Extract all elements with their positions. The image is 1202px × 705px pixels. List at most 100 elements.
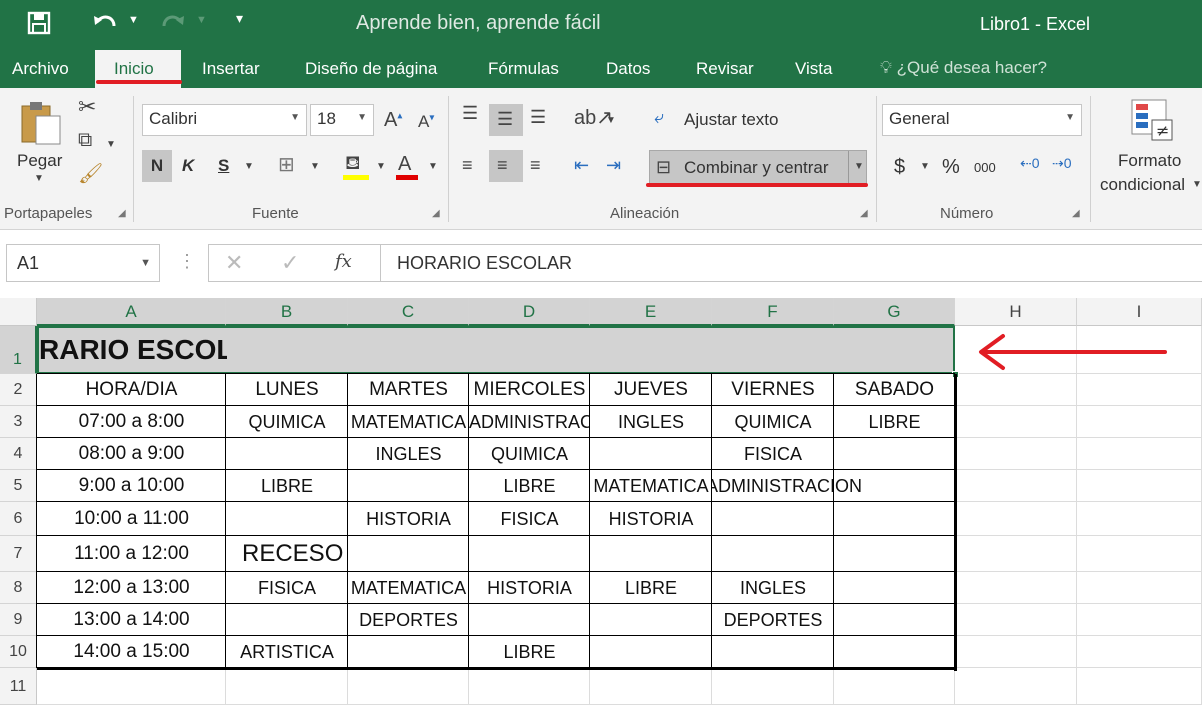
cell[interactable]: FISICA — [712, 438, 834, 470]
undo-icon[interactable] — [92, 12, 118, 34]
cell[interactable]: INGLES — [590, 406, 712, 438]
merge-center-button[interactable]: ⊟ Combinar y centrar ▼ — [649, 150, 867, 184]
decrease-indent-icon[interactable]: ⇤ — [574, 156, 589, 174]
row-header[interactable]: 5 — [0, 470, 37, 502]
paste-icon[interactable] — [18, 98, 62, 146]
font-name-select[interactable]: Calibri ▼ — [142, 104, 307, 136]
column-header[interactable]: A — [37, 298, 226, 326]
enter-icon[interactable]: ✓ — [281, 252, 299, 274]
conditional-format-label-2[interactable]: condicional — [1100, 175, 1185, 195]
cell[interactable]: MATEMATICA — [590, 470, 712, 502]
dialog-launcher-icon[interactable]: ◢ — [860, 208, 868, 219]
tab-formulas[interactable]: Fórmulas — [488, 59, 559, 79]
row-header[interactable]: 11 — [0, 668, 37, 705]
cell[interactable]: HISTORIA — [348, 502, 469, 536]
redo-icon[interactable] — [160, 12, 186, 34]
column-header[interactable]: E — [590, 298, 712, 326]
merge-dropdown-icon[interactable]: ▼ — [854, 162, 864, 172]
cell[interactable]: LIBRE — [469, 470, 590, 502]
row-header[interactable]: 6 — [0, 502, 37, 536]
cell[interactable]: MARTES — [348, 374, 469, 406]
decrease-font-size-icon[interactable]: A▾ — [418, 113, 434, 130]
cell[interactable]: MATEMATICA — [348, 406, 469, 438]
align-center-button[interactable]: ≡ — [489, 150, 523, 182]
underline-button[interactable]: S — [218, 156, 229, 176]
increase-indent-icon[interactable]: ⇥ — [606, 156, 621, 174]
cell[interactable]: 11:00 a 12:00 — [37, 536, 226, 572]
cancel-icon[interactable]: ✕ — [225, 252, 243, 274]
column-header[interactable]: I — [1077, 298, 1202, 326]
cell[interactable]: FISICA — [226, 572, 348, 604]
cell[interactable]: HISTORIA — [590, 502, 712, 536]
font-color-dropdown-icon[interactable]: ▼ — [428, 162, 438, 172]
cell[interactable]: LIBRE — [834, 406, 955, 438]
row-header[interactable]: 7 — [0, 536, 37, 572]
tab-inicio[interactable]: Inicio — [114, 59, 154, 79]
dialog-launcher-icon[interactable]: ◢ — [118, 208, 126, 219]
cell[interactable]: LIBRE — [226, 470, 348, 502]
cell[interactable]: ARTISTICA — [226, 636, 348, 668]
currency-button[interactable]: $ — [894, 156, 905, 179]
cell[interactable]: HORA/DIA — [37, 374, 226, 406]
dialog-launcher-icon[interactable]: ◢ — [1072, 208, 1080, 219]
thousands-button[interactable]: 000 — [974, 160, 996, 175]
cell[interactable]: 14:00 a 15:00 — [37, 636, 226, 668]
cell[interactable]: QUIMICA — [226, 406, 348, 438]
cell[interactable]: DEPORTES — [348, 604, 469, 636]
chevron-down-icon[interactable]: ▼ — [140, 257, 151, 269]
cut-icon[interactable]: ✂ — [78, 96, 96, 118]
cell[interactable]: MATEMATICA — [348, 572, 469, 604]
format-painter-icon[interactable]: 🖌︎ — [78, 164, 103, 184]
conditional-format-dropdown-icon[interactable]: ▼ — [1192, 180, 1202, 190]
paste-dropdown-icon[interactable]: ▼ — [34, 174, 44, 184]
increase-font-size-icon[interactable]: A▴ — [384, 110, 402, 130]
redo-dropdown-icon[interactable]: ▼ — [196, 14, 207, 26]
borders-icon[interactable]: ⊞ — [278, 155, 295, 175]
align-left-icon[interactable]: ≡ — [462, 156, 473, 174]
select-all-corner[interactable] — [0, 298, 37, 326]
decrease-decimal-icon[interactable]: ⇢0 — [1052, 156, 1072, 170]
cell[interactable]: 07:00 a 8:00 — [37, 406, 226, 438]
save-icon[interactable] — [26, 10, 52, 36]
fill-dropdown-icon[interactable]: ▼ — [376, 162, 386, 172]
cell[interactable]: FISICA — [469, 502, 590, 536]
copy-icon[interactable]: ⧉ — [78, 130, 92, 150]
cell[interactable]: ADMINISTRACION — [712, 470, 962, 502]
align-top-icon[interactable]: ☰ — [462, 104, 478, 122]
wrap-text-button[interactable]: Ajustar texto — [684, 110, 779, 130]
cell[interactable]: QUIMICA — [469, 438, 590, 470]
cell[interactable]: HISTORIA — [469, 572, 590, 604]
cell[interactable]: DEPORTES — [712, 604, 834, 636]
cell[interactable]: VIERNES — [712, 374, 834, 406]
cell[interactable]: 12:00 a 13:00 — [37, 572, 226, 604]
font-size-select[interactable]: 18 ▼ — [310, 104, 374, 136]
cell[interactable]: LUNES — [226, 374, 348, 406]
column-header[interactable]: B — [226, 298, 348, 326]
underline-dropdown-icon[interactable]: ▼ — [244, 162, 254, 172]
tab-archivo[interactable]: Archivo — [12, 59, 69, 79]
paste-button[interactable]: Pegar — [17, 151, 62, 171]
column-header[interactable]: C — [348, 298, 469, 326]
row-header[interactable]: 3 — [0, 406, 37, 438]
conditional-format-label-1[interactable]: Formato — [1118, 151, 1181, 171]
customize-toolbar-icon[interactable]: ▾ — [236, 10, 243, 27]
column-header[interactable]: F — [712, 298, 834, 326]
tab-revisar[interactable]: Revisar — [696, 59, 754, 79]
undo-dropdown-icon[interactable]: ▼ — [128, 14, 139, 26]
tab-datos[interactable]: Datos — [606, 59, 650, 79]
cell[interactable]: 13:00 a 14:00 — [37, 604, 226, 636]
currency-dropdown-icon[interactable]: ▼ — [920, 162, 930, 172]
row-header[interactable]: 2 — [0, 374, 37, 406]
align-middle-button[interactable]: ☰ — [489, 104, 523, 136]
cell[interactable]: MIERCOLES — [469, 374, 590, 406]
font-color-icon[interactable]: A — [398, 154, 411, 174]
orientation-dropdown-icon[interactable]: ▼ — [606, 116, 616, 126]
align-right-icon[interactable]: ≡ — [530, 156, 541, 174]
cell[interactable]: INGLES — [712, 572, 834, 604]
cell[interactable]: 10:00 a 11:00 — [37, 502, 226, 536]
conditional-format-icon[interactable]: ≠ — [1130, 98, 1174, 142]
insert-function-icon[interactable]: fx — [335, 253, 352, 271]
increase-decimal-icon[interactable]: ⇠0 — [1020, 156, 1040, 170]
cell[interactable]: LIBRE — [590, 572, 712, 604]
cell[interactable]: LIBRE — [469, 636, 590, 668]
